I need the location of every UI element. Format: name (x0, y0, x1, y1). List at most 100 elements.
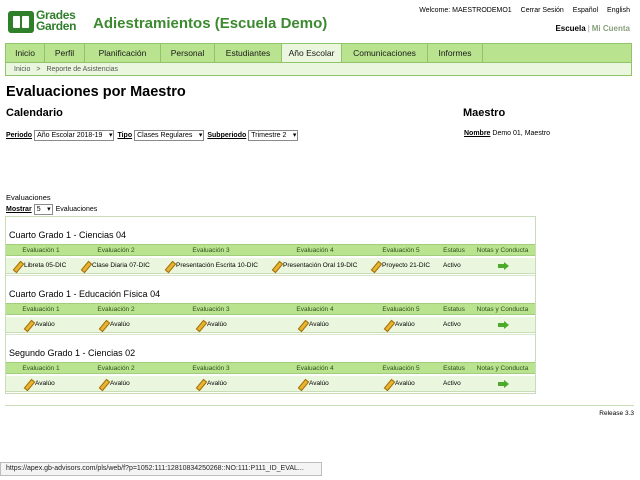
col-eval-1: Evaluación 1 (22, 305, 60, 313)
col-eval-2: Evaluación 2 (97, 364, 135, 372)
notes-link[interactable] (498, 258, 509, 273)
pencil-icon (196, 380, 204, 388)
col-eval-3: Evaluación 3 (192, 246, 230, 254)
show-suffix: Evaluaciones (55, 206, 98, 213)
table-row: Avalúo Avalúo Avalúo Avalúo Avalúo Activ… (6, 376, 535, 392)
pencil-icon (371, 262, 379, 270)
notes-link[interactable] (498, 376, 509, 391)
tab-planificacion[interactable]: Planificación (85, 44, 161, 63)
col-eval-4: Evaluación 4 (296, 246, 334, 254)
evaluations-title: Evaluaciones (6, 193, 51, 202)
col-eval-3: Evaluación 3 (192, 305, 230, 313)
tab-personal[interactable]: Personal (161, 44, 215, 63)
table-row: Libreta 05-DIC Clase Diaria 07-DIC Prese… (6, 258, 535, 274)
release-version: Release 3.3 (599, 410, 634, 417)
col-eval-1: Evaluación 1 (22, 364, 60, 372)
col-status: Estatus (443, 305, 465, 313)
pencil-icon (384, 321, 392, 329)
col-notes: Notas y Conducta (476, 364, 529, 372)
top-nav: Welcome: MAESTRODEMO1 Cerrar Sesión Espa… (412, 7, 630, 14)
grades-garden-logo[interactable]: Grades Garden (8, 9, 80, 35)
eval-5-cell[interactable]: Avalúo (384, 317, 415, 332)
notes-link[interactable] (498, 317, 509, 332)
col-notes: Notas y Conducta (476, 246, 529, 254)
tab-perfil[interactable]: Perfil (45, 44, 85, 63)
mi-cuenta-link[interactable]: Mi Cuenta (592, 24, 630, 33)
eval-3-cell[interactable]: Avalúo (196, 317, 227, 332)
pencil-icon (99, 380, 107, 388)
pencil-icon (196, 321, 204, 329)
arrow-right-icon (498, 261, 509, 270)
account-links: Escuela | Mi Cuenta (555, 24, 630, 33)
eval-1-cell[interactable]: Avalúo (24, 376, 55, 391)
tipo-select[interactable]: Clases Regulares (134, 130, 205, 141)
pencil-icon (384, 380, 392, 388)
eval-3-cell[interactable]: Avalúo (196, 376, 227, 391)
calendar-heading: Calendario (6, 107, 63, 119)
pencil-icon (81, 262, 89, 270)
escuela-link[interactable]: Escuela (555, 24, 585, 33)
divider (6, 334, 535, 335)
periodo-label: Periodo (6, 132, 33, 139)
status-cell: Activo (443, 262, 461, 269)
pencil-icon (272, 262, 280, 270)
eval-2-cell[interactable]: Clase Diaria 07-DIC (81, 258, 150, 273)
tab-comunicaciones[interactable]: Comunicaciones (342, 44, 428, 63)
tipo-label: Tipo (117, 132, 133, 139)
table-header: Evaluación 1 Evaluación 2 Evaluación 3 E… (6, 244, 535, 256)
eval-4-cell[interactable]: Avalúo (298, 317, 329, 332)
course-title: Cuarto Grado 1 - Ciencias 04 (9, 230, 127, 240)
logo-mark-icon (8, 11, 34, 33)
divider (6, 275, 535, 276)
status-cell: Activo (443, 380, 461, 387)
show-count-select[interactable]: 5 (33, 204, 53, 215)
col-eval-5: Evaluación 5 (382, 246, 420, 254)
evaluations-panel: Cuarto Grado 1 - Ciencias 04 Evaluación … (5, 216, 536, 394)
col-eval-3: Evaluación 3 (192, 364, 230, 372)
breadcrumb-current: Reporte de Asistencias (46, 66, 119, 73)
subperiodo-select[interactable]: Trimestre 2 (248, 130, 299, 141)
main-tabs: Inicio Perfil Planificación Personal Est… (5, 43, 632, 64)
col-notes: Notas y Conducta (476, 305, 529, 313)
eval-2-cell[interactable]: Avalúo (99, 317, 130, 332)
eval-3-cell[interactable]: Presentación Escrita 10-DIC (165, 258, 258, 273)
table-header: Evaluación 1 Evaluación 2 Evaluación 3 E… (6, 303, 535, 315)
pencil-icon (298, 380, 306, 388)
col-eval-4: Evaluación 4 (296, 364, 334, 372)
footer-divider (5, 405, 634, 406)
periodo-select[interactable]: Año Escolar 2018-19 (34, 130, 115, 141)
tab-inicio[interactable]: Inicio (6, 44, 45, 63)
table-row: Avalúo Avalúo Avalúo Avalúo Avalúo Activ… (6, 317, 535, 333)
col-eval-4: Evaluación 4 (296, 305, 334, 313)
browser-status-url: https://apex.gb-advisors.com/pls/web/f?p… (0, 462, 322, 476)
col-eval-5: Evaluación 5 (382, 364, 420, 372)
teacher-name: Nombre Demo 01, Maestro (464, 130, 550, 137)
eval-2-cell[interactable]: Avalúo (99, 376, 130, 391)
tab-informes[interactable]: Informes (428, 44, 483, 63)
breadcrumb-home[interactable]: Inicio (14, 66, 30, 73)
col-eval-2: Evaluación 2 (97, 246, 135, 254)
show-count-control: Mostrar 5 Evaluaciones (6, 204, 97, 215)
lang-spanish-link[interactable]: Español (573, 7, 598, 14)
logout-link[interactable]: Cerrar Sesión (521, 7, 564, 14)
teacher-name-label: Nombre (464, 130, 491, 137)
lang-english-link[interactable]: English (607, 7, 630, 14)
app-title: Adiestramientos (Escuela Demo) (93, 15, 328, 32)
col-status: Estatus (443, 246, 465, 254)
eval-4-cell[interactable]: Presentación Oral 19-DIC (272, 258, 357, 273)
eval-5-cell[interactable]: Avalúo (384, 376, 415, 391)
tab-estudiantes[interactable]: Estudiantes (215, 44, 282, 63)
pencil-icon (24, 321, 32, 329)
eval-1-cell[interactable]: Avalúo (24, 317, 55, 332)
pencil-icon (298, 321, 306, 329)
pencil-icon (13, 262, 21, 270)
tab-ano-escolar[interactable]: Año Escolar (282, 44, 342, 64)
eval-1-cell[interactable]: Libreta 05-DIC (13, 258, 66, 273)
status-cell: Activo (443, 321, 461, 328)
eval-4-cell[interactable]: Avalúo (298, 376, 329, 391)
col-status: Estatus (443, 364, 465, 372)
breadcrumb: Inicio > Reporte de Asistencias (5, 62, 632, 76)
col-eval-5: Evaluación 5 (382, 305, 420, 313)
eval-5-cell[interactable]: Proyecto 21-DIC (371, 258, 430, 273)
col-eval-2: Evaluación 2 (97, 305, 135, 313)
